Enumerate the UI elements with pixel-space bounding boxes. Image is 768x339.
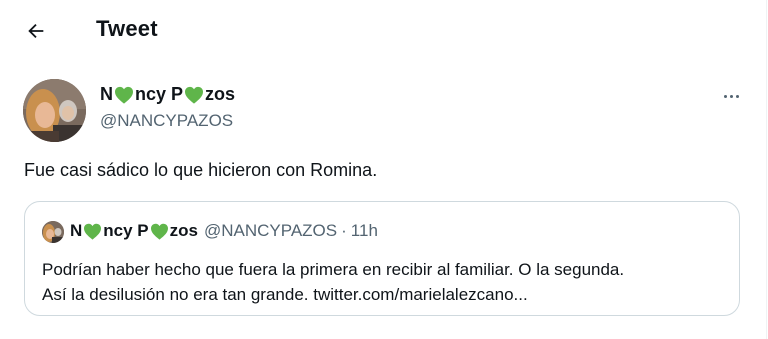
tweet-page: Tweet N ncy P zos @NANCYPAZOS Fue casi s…: [0, 0, 767, 339]
quoted-header: N ncy P zos @NANCYPAZOS · 11h: [70, 221, 378, 241]
name-part: N: [70, 221, 83, 240]
name-part: zos: [169, 221, 198, 240]
quoted-text-line: Así la desilusión no era tan grande. twi…: [42, 285, 528, 304]
author-handle[interactable]: @NANCYPAZOS: [100, 111, 233, 131]
quoted-avatar[interactable]: [42, 221, 64, 243]
arrow-left-icon: [28, 23, 44, 39]
tweet-text: Fue casi sádico lo que hicieron con Romi…: [24, 160, 378, 180]
green-heart-icon: [185, 86, 204, 104]
avatar-photo: [23, 79, 86, 142]
separator-dot: ·: [341, 221, 347, 240]
more-options-button[interactable]: [718, 86, 744, 106]
quoted-text-line: Podrían haber hecho que fuera la primera…: [42, 260, 625, 279]
name-part: ncy P: [103, 221, 149, 240]
page-title: Tweet: [96, 16, 158, 41]
more-horizontal-icon: [723, 94, 727, 98]
quoted-tweet[interactable]: N ncy P zos @NANCYPAZOS · 11h Podrían ha…: [24, 201, 740, 316]
name-part: zos: [205, 84, 236, 104]
quoted-handle[interactable]: @NANCYPAZOS: [204, 221, 337, 241]
quoted-text: Podrían haber hecho que fuera la primera…: [42, 257, 732, 307]
back-button[interactable]: [22, 17, 50, 45]
quoted-timestamp[interactable]: 11h: [351, 221, 378, 241]
quoted-avatar-photo: [42, 221, 64, 243]
green-heart-icon: [150, 223, 168, 240]
avatar[interactable]: [23, 79, 86, 142]
green-heart-icon: [84, 223, 102, 240]
name-part: N: [100, 84, 113, 104]
name-part: ncy P: [135, 84, 184, 104]
page-header: Tweet: [0, 0, 766, 60]
more-horizontal-icon: [735, 94, 739, 98]
green-heart-icon: [115, 86, 133, 104]
more-horizontal-icon: [729, 94, 733, 98]
quoted-display-name[interactable]: N ncy P zos: [70, 221, 198, 241]
author-display-name[interactable]: N ncy P zos: [100, 84, 235, 105]
